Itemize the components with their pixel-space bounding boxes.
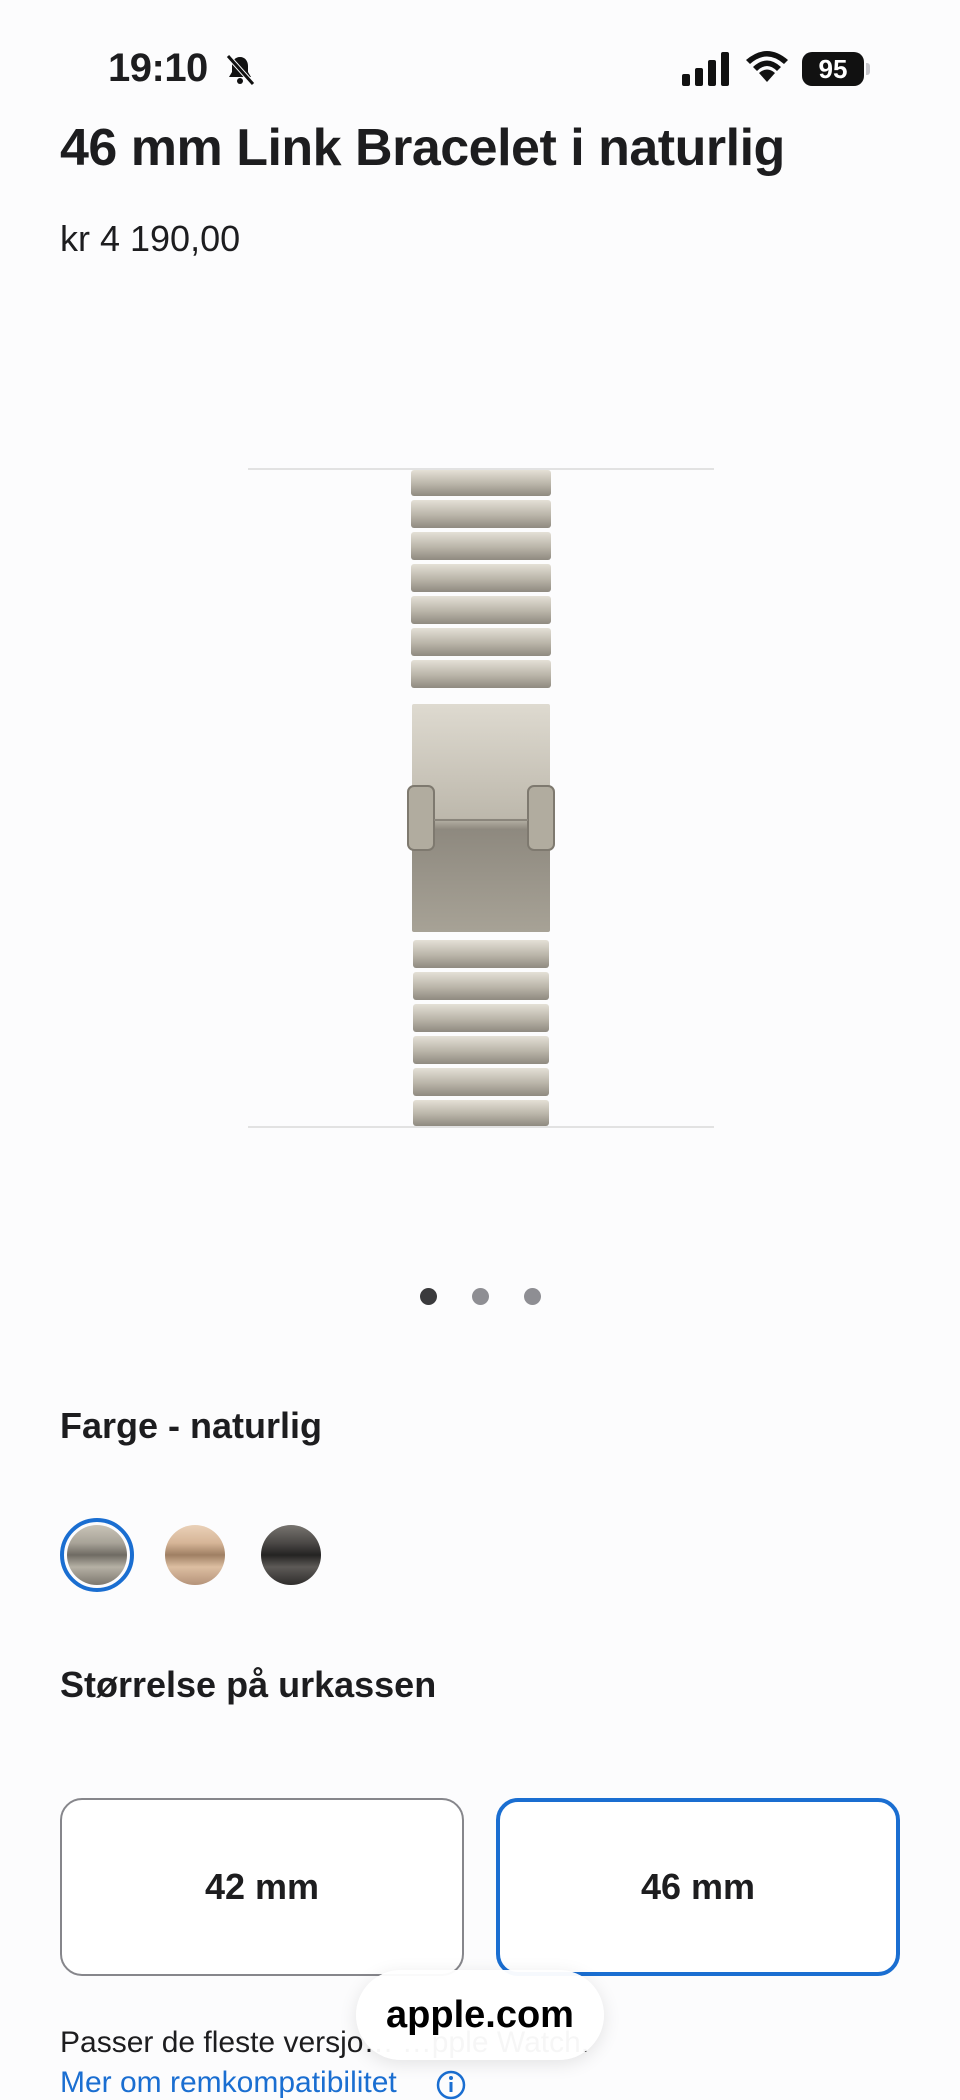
battery-tip — [866, 63, 870, 75]
color-swatch-naturlig[interactable] — [67, 1525, 127, 1585]
product-price: kr 4 190,00 — [60, 218, 241, 259]
product-title: 46 mm Link Bracelet i naturlig — [60, 119, 785, 177]
battery-level: 95 — [802, 52, 864, 86]
battery-icon: 95 — [802, 52, 870, 86]
info-icon[interactable] — [436, 2070, 466, 2100]
size-label: Størrelse på urkassen — [60, 1664, 437, 1705]
status-bar: 19:10 95 — [0, 0, 960, 120]
color-swatch-gull[interactable] — [165, 1525, 225, 1585]
gallery-dot-2[interactable] — [472, 1288, 489, 1305]
gallery-page-indicator[interactable] — [410, 1288, 550, 1308]
color-label: Farge - naturlig — [60, 1405, 323, 1446]
compatibility-link[interactable]: Mer om remkompatibilitet — [60, 2066, 397, 2100]
browser-url-bar[interactable]: apple.com — [356, 1970, 604, 2060]
status-time: 19:10 — [108, 46, 208, 90]
cellular-signal-icon — [682, 52, 729, 86]
wifi-icon — [746, 51, 788, 82]
color-swatch-skifergra[interactable] — [261, 1525, 321, 1585]
gallery-dot-3[interactable] — [524, 1288, 541, 1305]
size-option-42mm[interactable]: 42 mm — [60, 1798, 464, 1976]
product-image-link-bracelet[interactable] — [248, 468, 714, 1128]
size-option-46mm[interactable]: 46 mm — [496, 1798, 900, 1976]
gallery-dot-1[interactable] — [420, 1288, 437, 1305]
bell-slash-icon — [226, 54, 255, 86]
